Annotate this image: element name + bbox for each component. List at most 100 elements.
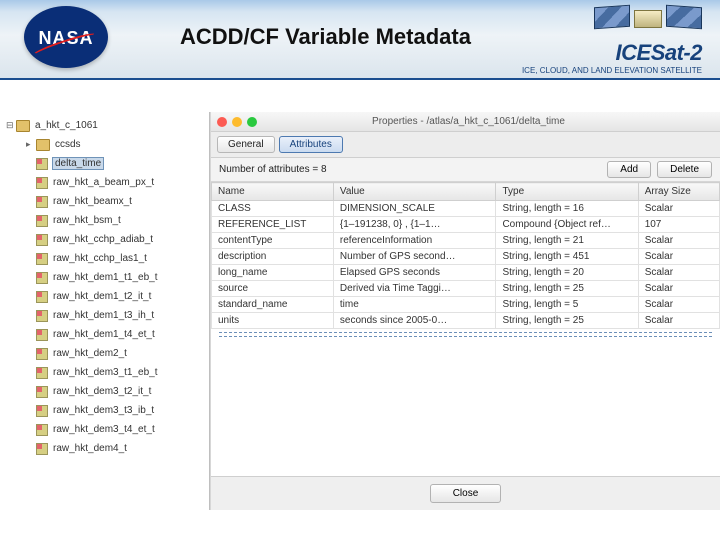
dataset-icon <box>36 196 48 208</box>
cell-size: Scalar <box>638 201 719 217</box>
header-banner: ACDD/CF Variable Metadata ICESat-2 ICE, … <box>0 0 720 80</box>
tree-item[interactable]: ▸ccsds <box>0 135 209 154</box>
traffic-light-min-icon[interactable] <box>232 117 242 127</box>
dataset-icon <box>36 405 48 417</box>
variable-tree[interactable]: ⊟ a_hkt_c_1061 ▸ccsds delta_time raw_hkt_a… <box>0 112 210 510</box>
tree-item[interactable]: raw_hkt_dem2_t <box>0 344 209 363</box>
cell-type: String, length = 20 <box>496 265 638 281</box>
tree-item[interactable]: raw_hkt_dem1_t4_et_t <box>0 325 209 344</box>
tree-item-label: raw_hkt_a_beam_px_t <box>52 176 155 189</box>
tree-item[interactable]: raw_hkt_beamx_t <box>0 192 209 211</box>
cell-type: String, length = 21 <box>496 233 638 249</box>
cell-value: DIMENSION_SCALE <box>333 201 496 217</box>
tree-item[interactable]: raw_hkt_dem3_t1_eb_t <box>0 363 209 382</box>
table-row[interactable]: CLASSDIMENSION_SCALEString, length = 16S… <box>212 201 720 217</box>
tree-item[interactable]: raw_hkt_bsm_t <box>0 211 209 230</box>
table-row[interactable]: descriptionNumber of GPS second…String, … <box>212 249 720 265</box>
tree-item-label: raw_hkt_dem1_t2_it_t <box>52 290 152 303</box>
column-header[interactable]: Value <box>333 183 496 201</box>
table-row[interactable]: sourceDerived via Time Taggi…String, len… <box>212 281 720 297</box>
tree-item[interactable]: raw_hkt_a_beam_px_t <box>0 173 209 192</box>
mission-name: ICESat-2 <box>616 40 702 66</box>
toggle-icon[interactable]: ⊟ <box>6 120 16 131</box>
dataset-icon <box>36 424 48 436</box>
cell-value: {1–191238, 0} , {1–1… <box>333 217 496 233</box>
tree-item-label: raw_hkt_cchp_las1_t <box>52 252 148 265</box>
tree-item[interactable]: delta_time <box>0 154 209 173</box>
cell-size: Scalar <box>638 233 719 249</box>
tree-item[interactable]: raw_hkt_dem1_t2_it_t <box>0 287 209 306</box>
cell-name: units <box>212 313 334 329</box>
cell-name: CLASS <box>212 201 334 217</box>
cell-size: 107 <box>638 217 719 233</box>
tree-item[interactable]: raw_hkt_dem1_t1_eb_t <box>0 268 209 287</box>
table-row[interactable]: contentTypereferenceInformationString, l… <box>212 233 720 249</box>
close-button[interactable]: Close <box>430 484 502 503</box>
window-titlebar[interactable]: Properties - /atlas/a_hkt_c_1061/delta_t… <box>211 112 720 132</box>
cell-type: String, length = 25 <box>496 281 638 297</box>
tree-item[interactable]: raw_hkt_dem4_t <box>0 439 209 458</box>
table-row[interactable]: long_nameElapsed GPS secondsString, leng… <box>212 265 720 281</box>
tree-item[interactable]: raw_hkt_dem3_t2_it_t <box>0 382 209 401</box>
dataset-icon <box>36 310 48 322</box>
tree-item-label: raw_hkt_dem1_t4_et_t <box>52 328 156 341</box>
cell-value: Derived via Time Taggi… <box>333 281 496 297</box>
tree-item-label: raw_hkt_dem1_t3_ih_t <box>52 309 155 322</box>
tree-item[interactable]: raw_hkt_dem3_t3_ib_t <box>0 401 209 420</box>
cell-name: contentType <box>212 233 334 249</box>
dataset-icon <box>36 386 48 398</box>
cell-value: seconds since 2005-0… <box>333 313 496 329</box>
cell-type: Compound {Object ref… <box>496 217 638 233</box>
tree-item-label: raw_hkt_dem1_t1_eb_t <box>52 271 159 284</box>
table-row[interactable]: unitsseconds since 2005-0…String, length… <box>212 313 720 329</box>
attributes-table[interactable]: NameValueTypeArray Size CLASSDIMENSION_S… <box>211 182 720 476</box>
cell-name: standard_name <box>212 297 334 313</box>
cell-name: long_name <box>212 265 334 281</box>
tab-attributes[interactable]: Attributes <box>279 136 343 153</box>
tree-root-label: a_hkt_c_1061 <box>34 119 99 132</box>
tree-item-label: raw_hkt_dem2_t <box>52 347 128 360</box>
table-row[interactable]: REFERENCE_LIST{1–191238, 0} , {1–1…Compo… <box>212 217 720 233</box>
tree-item-label: raw_hkt_dem3_t2_it_t <box>52 385 152 398</box>
traffic-light-max-icon[interactable] <box>247 117 257 127</box>
tree-item[interactable]: raw_hkt_dem3_t4_et_t <box>0 420 209 439</box>
cell-value: time <box>333 297 496 313</box>
tree-item[interactable]: raw_hkt_dem1_t3_ih_t <box>0 306 209 325</box>
nasa-logo <box>24 6 108 68</box>
cell-size: Scalar <box>638 281 719 297</box>
column-header[interactable]: Array Size <box>638 183 719 201</box>
attribute-count-label: Number of attributes = 8 <box>219 164 327 175</box>
dataset-icon <box>36 367 48 379</box>
column-header[interactable]: Name <box>212 183 334 201</box>
tree-item-label: raw_hkt_bsm_t <box>52 214 122 227</box>
cell-value: Number of GPS second… <box>333 249 496 265</box>
dataset-icon <box>36 177 48 189</box>
tree-item-label: raw_hkt_dem3_t3_ib_t <box>52 404 155 417</box>
satellite-icon <box>594 2 702 40</box>
dataset-icon <box>36 443 48 455</box>
column-header[interactable]: Type <box>496 183 638 201</box>
tree-item-label: ccsds <box>54 138 82 151</box>
cell-type: String, length = 5 <box>496 297 638 313</box>
tree-item-label: raw_hkt_beamx_t <box>52 195 133 208</box>
dataset-icon <box>36 291 48 303</box>
divider <box>219 336 712 337</box>
traffic-light-close-icon[interactable] <box>217 117 227 127</box>
cell-name: description <box>212 249 334 265</box>
tab-general[interactable]: General <box>217 136 275 153</box>
cell-name: REFERENCE_LIST <box>212 217 334 233</box>
page-title: ACDD/CF Variable Metadata <box>180 24 471 50</box>
window-footer: Close <box>211 476 720 510</box>
dataset-icon <box>36 234 48 246</box>
table-row[interactable]: standard_nametimeString, length = 5Scala… <box>212 297 720 313</box>
delete-button[interactable]: Delete <box>657 161 712 178</box>
add-button[interactable]: Add <box>607 161 651 178</box>
tree-item-label: raw_hkt_dem3_t1_eb_t <box>52 366 159 379</box>
tree-item[interactable]: raw_hkt_cchp_las1_t <box>0 249 209 268</box>
tree-item-label: raw_hkt_dem4_t <box>52 442 128 455</box>
cell-type: String, length = 25 <box>496 313 638 329</box>
tree-item-label: delta_time <box>52 157 104 170</box>
tree-item[interactable]: raw_hkt_cchp_adiab_t <box>0 230 209 249</box>
tree-root[interactable]: ⊟ a_hkt_c_1061 <box>0 116 209 135</box>
dataset-icon <box>36 215 48 227</box>
